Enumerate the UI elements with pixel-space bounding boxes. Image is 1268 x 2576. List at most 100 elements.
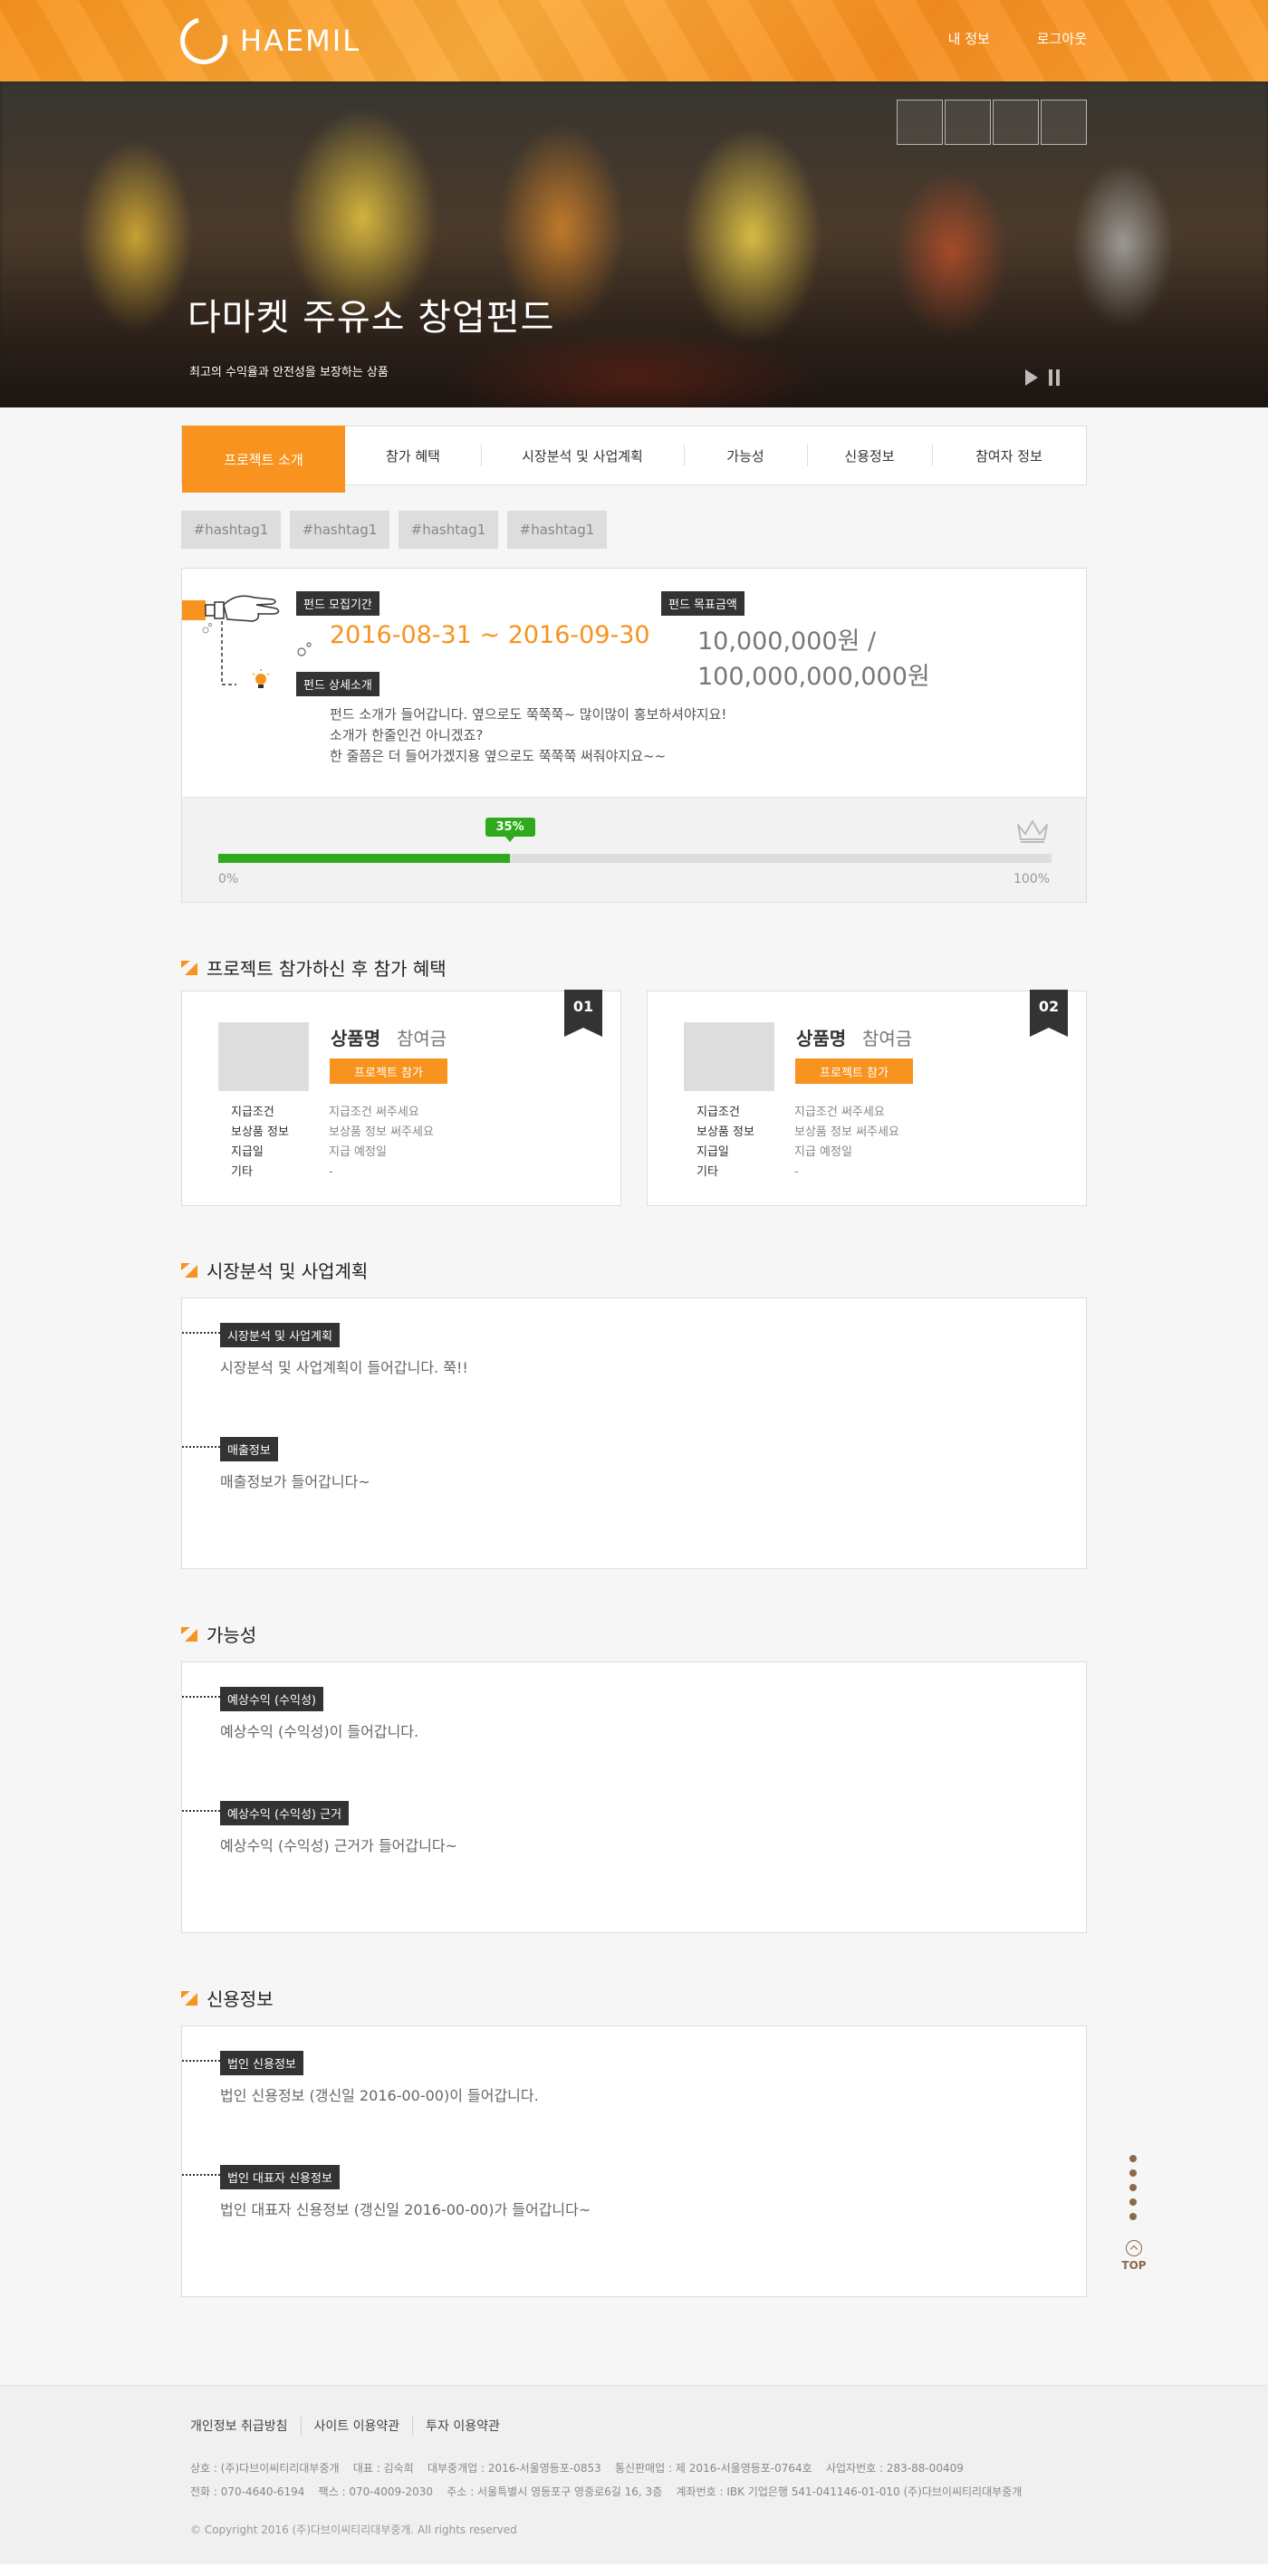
- info-label: 법인 신용정보: [220, 2051, 303, 2075]
- header-nav: 내 정보 로그아웃: [948, 29, 1087, 48]
- fund-description: 펀드 소개가 들어갑니다. 옆으로도 쭉쭉쭉~ 많이많이 홍보하셔야지요! 소개…: [330, 704, 726, 767]
- fund-desc-line: 펀드 소개가 들어갑니다. 옆으로도 쭉쭉쭉~ 많이많이 홍보하셔야지요!: [330, 706, 727, 723]
- section-dot[interactable]: [1129, 2198, 1137, 2206]
- tab-possibility[interactable]: 가능성: [684, 426, 807, 484]
- detail-row: 지급조건 지급조건 써주세요: [231, 1106, 419, 1119]
- hero-banner: 다마켓 주유소 창업펀드 최고의 수익율과 안전성을 보장하는 상품: [0, 81, 1268, 407]
- hero-thumbnail[interactable]: [945, 100, 991, 145]
- market-analysis-box: 시장분석 및 사업계획 시장분석 및 사업계획이 들어갑니다. 쭉!! 매출정보…: [181, 1298, 1087, 1569]
- detail-row: 보상품 정보 보상품 정보 써주세요: [231, 1125, 434, 1139]
- section-title: 프로젝트 참가하신 후 참가 혜택: [207, 958, 447, 980]
- fund-desc-line: 한 줄쯤은 더 들어가겠지용 옆으로도 쭉쭉쭉 써줘야지요~~: [330, 748, 667, 764]
- fund-goal: 10,000,000원 / 100,000,000,000원: [697, 627, 930, 691]
- product-image-placeholder: [218, 1022, 309, 1091]
- nav-logout[interactable]: 로그아웃: [1037, 29, 1087, 48]
- hashtag-list: #hashtag1 #hashtag1 #hashtag1 #hashtag1: [181, 511, 607, 549]
- tab-market-analysis[interactable]: 시장분석 및 사업계획: [481, 426, 684, 484]
- section-dot[interactable]: [1129, 2169, 1137, 2177]
- footer-link-terms[interactable]: 사이트 이용약관: [300, 2417, 413, 2435]
- decorative-circles-icon: [297, 642, 312, 656]
- chevron-up-icon: [1126, 2240, 1142, 2256]
- progress-max-label: 100%: [1013, 872, 1050, 886]
- progress-min-label: 0%: [218, 872, 239, 886]
- section-arrow-icon: [181, 1626, 197, 1642]
- tab-project-intro[interactable]: 프로젝트 소개: [182, 426, 345, 493]
- fund-desc-line: 소개가 한줄인건 아니겠죠?: [330, 727, 484, 743]
- fund-goal-label: 펀드 목표금액: [661, 591, 744, 616]
- info-text: 법인 대표자 신용정보 (갱신일 2016-00-00)가 들어갑니다~: [220, 2201, 591, 2218]
- hashtag[interactable]: #hashtag1: [290, 511, 389, 549]
- tab-participants[interactable]: 참여자 정보: [932, 426, 1086, 484]
- participation-amount: 참여금: [397, 1028, 447, 1049]
- footer-link-privacy[interactable]: 개인정보 취급방침: [190, 2417, 301, 2435]
- fund-desc-label: 펀드 상세소개: [296, 672, 379, 696]
- site-footer: 개인정보 취급방침 사이트 이용약관 투자 이용약관 상호 : (주)다브이씨티…: [0, 2385, 1268, 2576]
- top-label: TOP: [1121, 2259, 1147, 2272]
- detail-row: 지급일 지급 예정일: [231, 1145, 387, 1159]
- section-dot[interactable]: [1129, 2213, 1137, 2220]
- logo[interactable]: HAEMIL: [171, 8, 360, 73]
- nav-my-info[interactable]: 내 정보: [948, 29, 990, 48]
- section-title: 시장분석 및 사업계획: [207, 1260, 369, 1282]
- section-heading-credit: 신용정보: [181, 1985, 274, 2011]
- section-arrow-icon: [181, 1262, 197, 1278]
- hashtag[interactable]: #hashtag1: [507, 511, 607, 549]
- detail-row: 보상품 정보 보상품 정보 써주세요: [696, 1125, 899, 1139]
- info-text: 예상수익 (수익성) 근거가 들어갑니다~: [220, 1837, 457, 1854]
- pause-icon[interactable]: [1049, 369, 1060, 386]
- info-label: 예상수익 (수익성): [220, 1687, 323, 1711]
- hero-thumbnail[interactable]: [993, 100, 1039, 145]
- fund-summary: 펀드 모집기간 2016-08-31 ~ 2016-09-30 펀드 목표금액 …: [181, 568, 1087, 903]
- hashtag[interactable]: #hashtag1: [181, 511, 281, 549]
- info-label: 시장분석 및 사업계획: [220, 1323, 340, 1347]
- product-name: 상품명: [331, 1028, 381, 1049]
- project-tabs: 프로젝트 소개 참가 혜택 시장분석 및 사업계획 가능성 신용정보 참여자 정…: [181, 426, 1087, 493]
- tab-credit-info[interactable]: 신용정보: [807, 426, 932, 484]
- join-project-button[interactable]: 프로젝트 참가: [330, 1058, 447, 1084]
- company-info-line: 상호 : (주)다브이씨티리대부중개 대표 : 김숙희 대부중개업 : 2016…: [190, 2462, 964, 2475]
- fund-period: 2016-08-31 ~ 2016-09-30: [330, 621, 650, 649]
- benefit-card: 01 상품명 참여금 프로젝트 참가 지급조건 지급조건 써주세요 보상품 정보 보…: [181, 990, 621, 1206]
- product-image-placeholder: [684, 1022, 774, 1091]
- hero-subtitle: 최고의 수익율과 안전성을 보장하는 상품: [189, 366, 389, 379]
- detail-row: 지급조건 지급조건 써주세요: [696, 1106, 885, 1119]
- info-text: 예상수익 (수익성)이 들어갑니다.: [220, 1723, 419, 1740]
- fund-period-label: 펀드 모집기간: [296, 591, 379, 616]
- credit-info-box: 법인 신용정보 법인 신용정보 (갱신일 2016-00-00)이 들어갑니다.…: [181, 2025, 1087, 2297]
- crown-icon: [1017, 820, 1048, 843]
- participation-amount: 참여금: [862, 1028, 913, 1049]
- company-info-line: 전화 : 070-4640-6194 팩스 : 070-4009-2030 주소…: [190, 2485, 1023, 2498]
- section-title: 신용정보: [207, 1988, 274, 2010]
- detail-row: 기타 -: [231, 1165, 333, 1179]
- card-number-flag: 01: [564, 990, 602, 1037]
- fund-progress-area: 35% 0% 100%: [182, 797, 1086, 902]
- site-header: HAEMIL 내 정보 로그아웃: [0, 0, 1268, 81]
- lightbulb-icon: [252, 669, 270, 688]
- footer-links: 개인정보 취급방침 사이트 이용약관 투자 이용약관: [190, 2417, 513, 2435]
- section-dots-nav: [1129, 2155, 1137, 2220]
- section-dot[interactable]: [1129, 2184, 1137, 2191]
- hero-thumbnail[interactable]: [897, 100, 943, 145]
- tab-benefits[interactable]: 참가 혜택: [345, 426, 481, 484]
- hero-thumbnail[interactable]: [1041, 100, 1087, 145]
- hashtag[interactable]: #hashtag1: [399, 511, 498, 549]
- section-dot[interactable]: [1129, 2155, 1137, 2162]
- detail-row: 기타 -: [696, 1165, 799, 1179]
- section-arrow-icon: [181, 960, 197, 975]
- info-label: 법인 대표자 신용정보: [220, 2165, 340, 2189]
- hero-thumbnails: [897, 100, 1087, 145]
- company-info: 상호 : (주)다브이씨티리대부중개 대표 : 김숙희 대부중개업 : 2016…: [190, 2456, 1022, 2504]
- footer-link-invest-terms[interactable]: 투자 이용약관: [412, 2417, 513, 2435]
- benefit-card: 02 상품명 참여금 프로젝트 참가 지급조건 지급조건 써주세요 보상품 정보 보…: [647, 990, 1087, 1206]
- card-number-flag: 02: [1030, 990, 1068, 1037]
- info-label: 매출정보: [220, 1437, 278, 1461]
- progress-fill: [218, 854, 510, 863]
- join-project-button[interactable]: 프로젝트 참가: [795, 1058, 913, 1084]
- possibility-box: 예상수익 (수익성) 예상수익 (수익성)이 들어갑니다. 예상수익 (수익성)…: [181, 1661, 1087, 1933]
- section-heading-market: 시장분석 및 사업계획: [181, 1257, 368, 1283]
- play-icon[interactable]: [1025, 369, 1038, 386]
- slider-controls: [1025, 369, 1060, 386]
- benefit-details: 지급조건 지급조건 써주세요 보상품 정보 보상품 정보 써주세요 지급일 지급 예정…: [696, 1103, 899, 1183]
- section-heading-benefits: 프로젝트 참가하신 후 참가 혜택: [181, 954, 447, 981]
- scroll-top-button[interactable]: TOP: [1121, 2240, 1147, 2272]
